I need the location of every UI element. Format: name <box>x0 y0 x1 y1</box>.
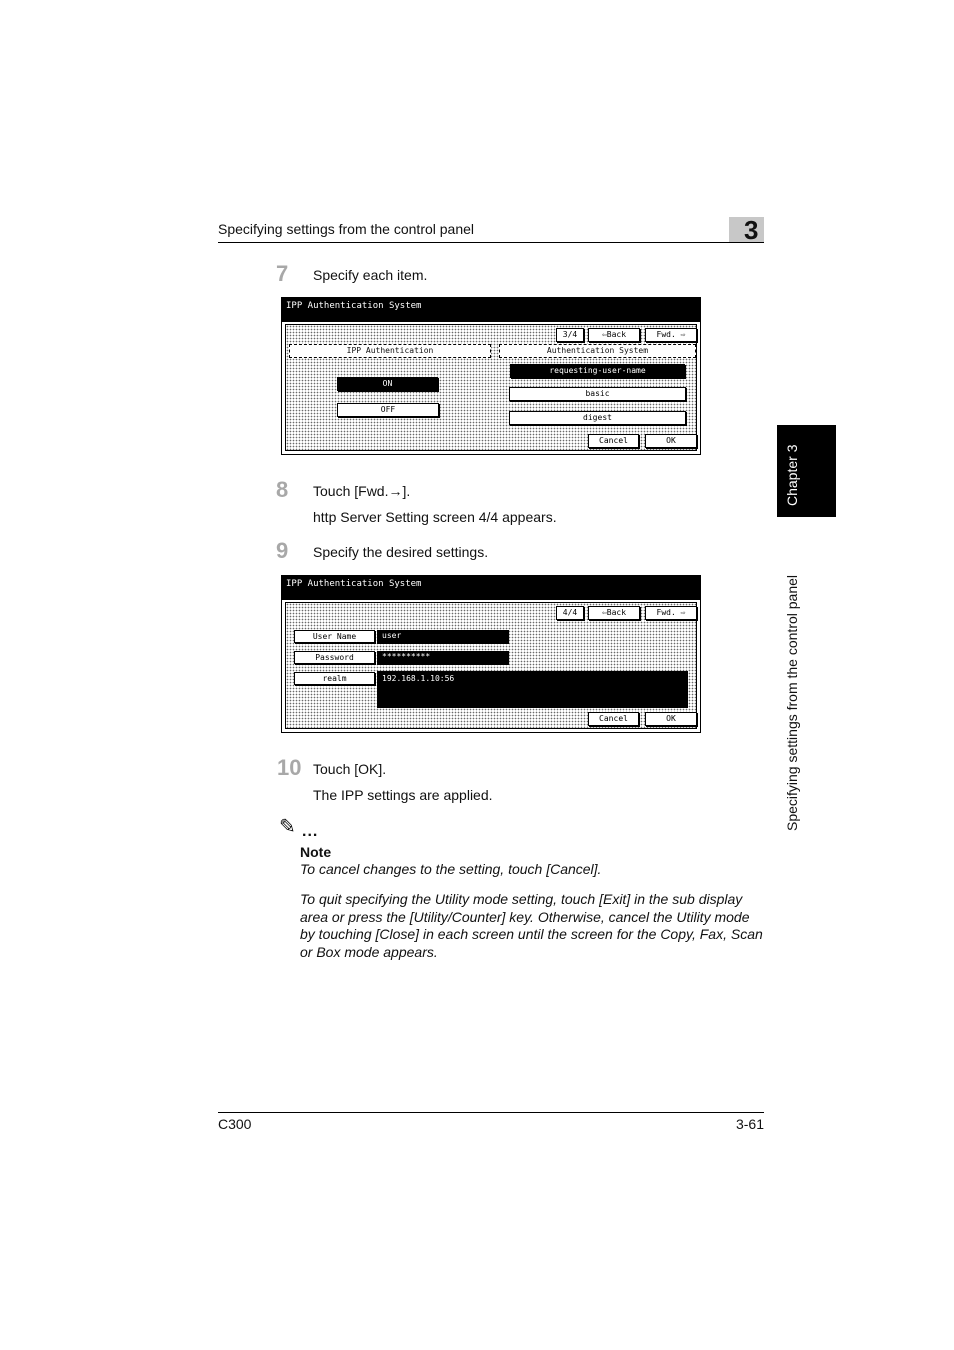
screen-ipp-auth-3of4: IPP Authentication System 3/4 ⇦Back Fwd.… <box>281 297 701 455</box>
step-result: http Server Setting screen 4/4 appears. <box>313 509 557 525</box>
footer-page-number: 3-61 <box>735 1116 764 1132</box>
step-number: 9 <box>276 538 289 563</box>
fwd-button[interactable]: Fwd. ⇨ <box>645 328 697 342</box>
step-number: 10 <box>277 755 302 780</box>
ipp-off-button[interactable]: OFF <box>337 403 439 417</box>
chapter-number: 3 <box>744 215 759 245</box>
ok-button[interactable]: OK <box>645 434 697 448</box>
fwd-button[interactable]: Fwd. ⇨ <box>645 606 697 620</box>
authentication-system-header: Authentication System <box>499 344 696 358</box>
user-name-button[interactable]: User Name <box>294 630 375 643</box>
step-text: Touch [Fwd.→]. <box>313 483 411 499</box>
digest-button[interactable]: digest <box>509 411 686 425</box>
step-number: 7 <box>276 261 289 286</box>
screen-title: IPP Authentication System <box>282 298 700 322</box>
ipp-authentication-header: IPP Authentication <box>289 344 491 358</box>
header-rule <box>218 242 764 243</box>
note-dots: ... <box>302 823 319 840</box>
pencil-icon: ✎ <box>279 816 296 838</box>
screen-panel: 3/4 ⇦Back Fwd. ⇨ IPP Authentication Auth… <box>285 324 697 451</box>
realm-button[interactable]: realm <box>294 672 375 685</box>
footer-model: C300 <box>218 1116 252 1132</box>
basic-button[interactable]: basic <box>509 387 686 401</box>
page-indicator: 3/4 <box>556 328 584 342</box>
note-title: Note <box>300 844 332 860</box>
ok-button[interactable]: OK <box>645 712 697 726</box>
step-text: Specify each item. <box>313 267 428 283</box>
realm-field[interactable]: 192.168.1.10:56 <box>377 671 688 708</box>
footer-rule <box>218 1112 764 1113</box>
requesting-user-name-button[interactable]: requesting-user-name <box>510 364 685 378</box>
ipp-on-button[interactable]: ON <box>337 377 438 391</box>
cancel-button[interactable]: Cancel <box>588 712 639 726</box>
screen-ipp-auth-4of4: IPP Authentication System 4/4 ⇦Back Fwd.… <box>281 575 701 733</box>
page-indicator: 4/4 <box>556 606 584 620</box>
running-header: Specifying settings from the control pan… <box>218 221 475 237</box>
back-button[interactable]: ⇦Back <box>588 606 640 620</box>
screen-panel: 4/4 ⇦Back Fwd. ⇨ User Name user Password… <box>285 602 697 729</box>
step-result: The IPP settings are applied. <box>313 787 493 803</box>
step-text: Specify the desired settings. <box>313 544 489 560</box>
note-paragraph: To cancel changes to the setting, touch … <box>300 861 602 877</box>
back-button[interactable]: ⇦Back <box>588 328 640 342</box>
note-paragraph: To quit specifying the Utility mode sett… <box>300 891 763 961</box>
step-text: Touch [OK]. <box>313 761 387 777</box>
password-field[interactable]: ********** <box>377 651 509 665</box>
side-tab-chapter-label: Chapter 3 <box>784 444 800 506</box>
cancel-button[interactable]: Cancel <box>588 434 639 448</box>
step-number: 8 <box>276 477 289 502</box>
side-tab-section-label: Specifying settings from the control pan… <box>784 574 800 831</box>
user-name-field[interactable]: user <box>377 630 509 644</box>
password-button[interactable]: Password <box>294 651 375 664</box>
screen-title: IPP Authentication System <box>282 576 700 600</box>
